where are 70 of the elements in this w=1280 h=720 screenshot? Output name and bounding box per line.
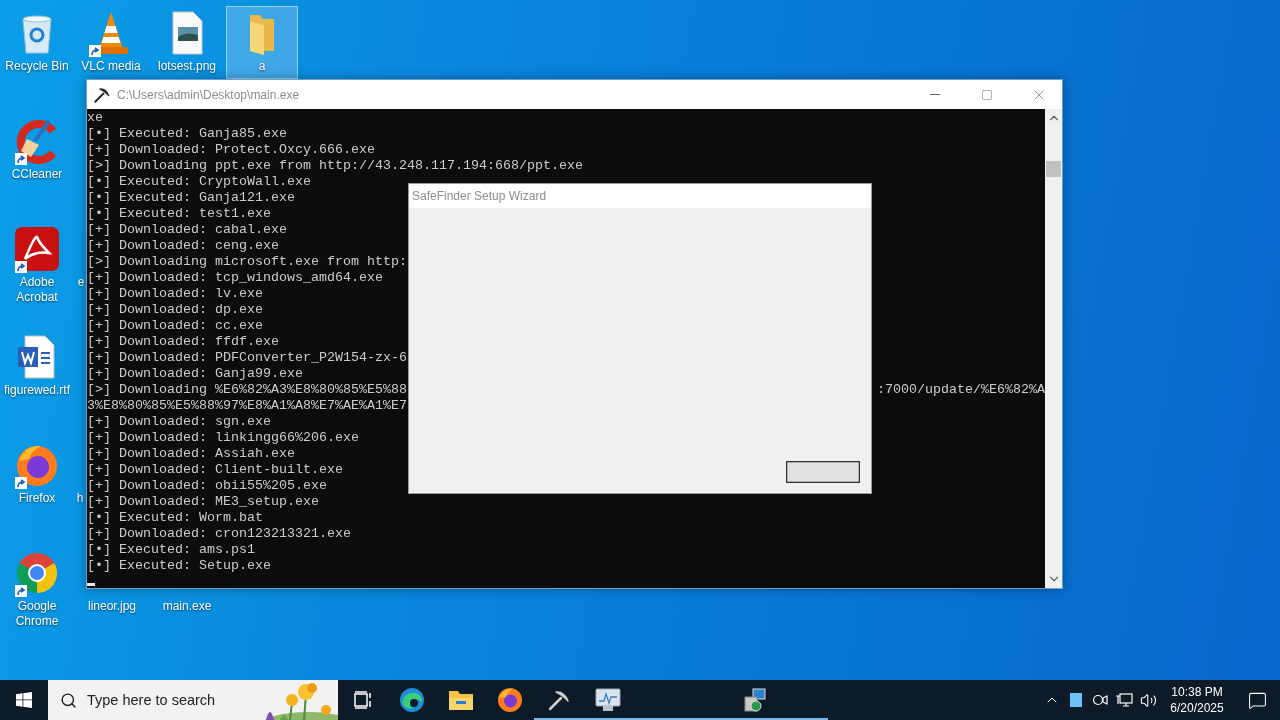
desktop-item[interactable]: Google Chrome [1,546,73,634]
console-line: [+] Downloaded: sgn.exe [87,414,271,429]
pickaxe-icon [546,688,571,712]
maximize-icon [981,88,993,101]
folder-icon [447,688,474,712]
camera-icon [1092,692,1108,708]
windows-logo-icon [16,692,32,708]
desktop-item[interactable]: lotsest.png [151,6,223,79]
console-line: [+] Downloaded: Protect.Oxcy.666.exe [87,142,375,157]
console-line: [+] Downloaded: dp.exe [87,302,263,317]
console-line: [•] Executed: Ganja121.exe [87,190,295,205]
browser-swirl-icon [398,687,425,713]
console-line: [•] Executed: CryptoWall.exe [87,174,311,189]
desktop-item[interactable]: figurewed.rtf [1,330,73,403]
console-line: [+] Downloaded: Assiah.exe [87,446,295,461]
desktop-item[interactable]: Adobe Acrobat [1,222,73,310]
console-line: [>] Downloading microsoft.exe from http: [87,254,407,269]
console-line: [•] Executed: Worm.bat [87,510,263,525]
network-icon [1115,692,1133,708]
console-line: [+] Downloaded: obii55%205.exe [87,478,327,493]
console-line: [+] Downloaded: ME3_setup.exe [87,494,319,509]
app-tile-icon [13,225,61,273]
pickaxe-icon [93,85,111,104]
console-line: [+] Downloaded: Client-built.exe [87,462,343,477]
clock[interactable]: 10:38 PM 6/20/2025 [1160,680,1234,720]
monitor-icon [593,687,622,713]
console-line: [+] Downloaded: cc.exe [87,318,263,333]
task-view-icon [352,690,373,710]
console-line: [+] Downloaded: linkingg66%206.exe [87,430,359,445]
console-line: [•] Executed: Setup.exe [87,558,271,573]
desktop-item[interactable]: main.exe [161,596,213,619]
console-line: [+] Downloaded: cron123213321.exe [87,526,351,541]
console-line: [>] Downloading %E6%82%A3%E8%80%85%E5%88 [87,382,407,397]
console-line: [+] Downloaded: cabal.exe [87,222,287,237]
console-line: [+] Downloaded: tcp_windows_amd64.exe [87,270,383,285]
console-line: xe [87,110,103,125]
search-icon [60,691,77,709]
dialog-title-bar: SafeFinder Setup Wizard [409,184,871,208]
desktop-item[interactable]: lineor.jpg [87,596,137,619]
search-field[interactable]: Type here to search [87,692,237,708]
desktop-item[interactable]: Firefox [1,438,73,511]
globe-icon [496,687,523,713]
console-line: [•] Executed: test1.exe [87,206,271,221]
console-line: [+] Downloaded: Ganja99.exe [87,366,303,381]
console-line: [•] Executed: Ganja85.exe [87,126,287,141]
notification-icon [1247,690,1267,710]
square-icon [1070,693,1082,707]
desktop-item[interactable]: Recycle Bin [1,6,73,79]
search-bar[interactable]: Type here to search [48,680,338,720]
scroll-thumb[interactable] [1046,161,1061,177]
speaker-icon [1139,691,1157,709]
desktop-item[interactable]: a [226,6,298,79]
minimize-icon [930,94,940,95]
console-line: [+] Downloaded: ffdf.exe [87,334,279,349]
scrollbar[interactable] [1045,109,1062,588]
window-title: C:\Users\admin\Desktop\main.exe [117,87,301,102]
desktop-item[interactable]: CCleaner [1,114,73,187]
console-line: :7000/update/%E6%82%A [877,382,1045,398]
dialog-button[interactable] [786,461,860,483]
desktop-item[interactable]: e [76,272,86,295]
console-line: [>] Downloading ppt.exe from http://43.248.117.194:668/ppt.exe [87,158,583,173]
console-line: [+] Downloaded: ceng.exe [87,238,279,253]
console-line: 3%E8%80%85%E5%88%97%E8%A1%A8%E7%AE%A1%E7 [87,398,407,413]
desktop-item[interactable]: h [75,488,85,511]
console-line: [+] Downloaded: lv.exe [87,286,263,301]
desktop-item[interactable]: VLC media [75,6,147,79]
console-line: [+] Downloaded: PDFConverter_P2W154-zx-6 [87,350,407,365]
installer-icon [741,687,768,713]
console-line: [•] Executed: ams.ps1 [87,542,255,557]
text-cursor [87,583,95,586]
